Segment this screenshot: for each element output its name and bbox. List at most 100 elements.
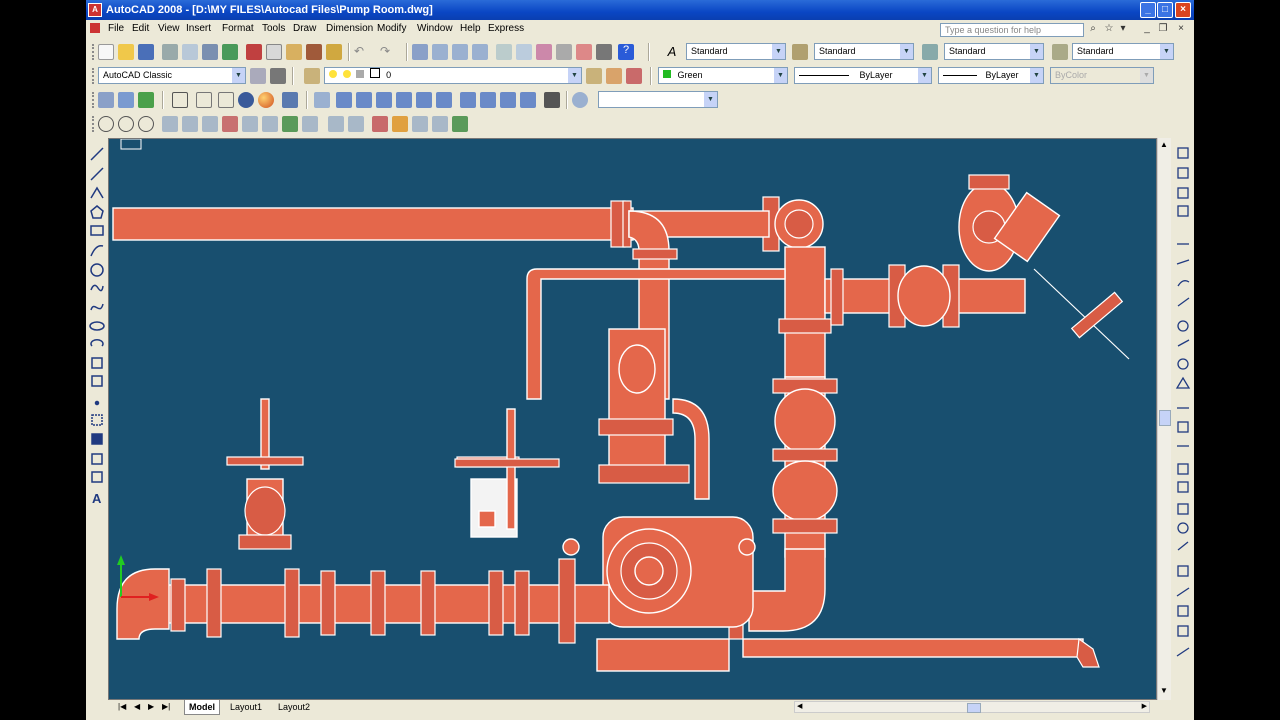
text-style-combo[interactable]: Standard ▼	[686, 43, 786, 60]
design-center-icon[interactable]	[516, 44, 532, 60]
menu-view[interactable]: View	[158, 23, 180, 34]
workspace-settings-icon[interactable]	[250, 68, 266, 84]
menu-express[interactable]: Express	[488, 23, 524, 34]
scroll-thumb[interactable]	[1159, 410, 1171, 426]
scroll-left-icon[interactable]: ◀	[797, 702, 802, 710]
layer-manager-icon[interactable]	[304, 68, 320, 84]
visual-styles-manager-icon[interactable]	[282, 92, 298, 108]
shell-icon[interactable]	[432, 116, 448, 132]
doc-close-icon[interactable]: ×	[1174, 22, 1188, 36]
clean-icon[interactable]	[392, 116, 408, 132]
menu-file[interactable]: File	[108, 23, 124, 34]
linetype-combo[interactable]: ByLayer ▼	[794, 67, 932, 84]
conceptual-icon[interactable]	[258, 92, 274, 108]
view-manager-icon[interactable]	[572, 92, 588, 108]
front-view-icon[interactable]	[416, 92, 432, 108]
text-style-icon[interactable]: A	[664, 44, 680, 60]
match-properties-icon[interactable]	[306, 44, 322, 60]
save-icon[interactable]	[138, 44, 154, 60]
markup-icon[interactable]	[576, 44, 592, 60]
menu-format[interactable]: Format	[222, 23, 254, 34]
pan-icon[interactable]	[412, 44, 428, 60]
paste-icon[interactable]	[286, 44, 302, 60]
workspace-combo[interactable]: AutoCAD Classic ▼	[98, 67, 246, 84]
top-view-icon[interactable]	[336, 92, 352, 108]
2d-wireframe-icon[interactable]	[172, 92, 188, 108]
zoom-realtime-icon[interactable]	[432, 44, 448, 60]
color-combo[interactable]: Green ▼	[658, 67, 788, 84]
delete-faces-icon[interactable]	[222, 116, 238, 132]
copy-edges-icon[interactable]	[328, 116, 344, 132]
menu-window[interactable]: Window	[417, 23, 453, 34]
scroll-up-icon[interactable]: ▲	[1159, 140, 1169, 150]
plot-preview-icon[interactable]	[182, 44, 198, 60]
menu-insert[interactable]: Insert	[186, 23, 211, 34]
autocad-app-icon[interactable]: A	[88, 3, 102, 17]
tab-last-icon[interactable]: ▶|	[158, 700, 174, 714]
help-icon[interactable]: ?	[618, 44, 634, 60]
scroll-right-icon[interactable]: ▶	[1142, 702, 1147, 710]
imprint-icon[interactable]	[372, 116, 388, 132]
check-icon[interactable]	[452, 116, 468, 132]
make-layer-current-icon[interactable]	[586, 68, 602, 84]
doc-restore-icon[interactable]: ❐	[1156, 22, 1170, 36]
mleader-style-icon[interactable]	[1052, 44, 1068, 60]
dim-style-icon[interactable]	[792, 44, 808, 60]
cut-icon[interactable]	[246, 44, 262, 60]
named-views-icon[interactable]	[314, 92, 330, 108]
move-faces-icon[interactable]	[182, 116, 198, 132]
tab-model[interactable]: Model	[184, 700, 220, 715]
sw-iso-icon[interactable]	[460, 92, 476, 108]
vertical-scrollbar[interactable]: ▲ ▼	[1157, 138, 1171, 700]
search-icon[interactable]: ⌕	[1086, 22, 1100, 36]
back-view-icon[interactable]	[436, 92, 452, 108]
tab-next-icon[interactable]: ▶	[144, 700, 158, 714]
3d-wireframe-icon[interactable]	[196, 92, 212, 108]
tool-palettes-icon[interactable]	[536, 44, 552, 60]
copy-icon[interactable]	[266, 44, 282, 60]
table-style-combo[interactable]: Standard ▼	[944, 43, 1044, 60]
doc-minimize-icon[interactable]: _	[1140, 22, 1154, 36]
help-dropdown-icon[interactable]: ▾	[1116, 22, 1130, 36]
nw-iso-icon[interactable]	[520, 92, 536, 108]
maximize-button[interactable]: □	[1157, 2, 1173, 18]
rotate-faces-icon[interactable]	[242, 116, 258, 132]
3d-orbit-icon[interactable]	[118, 92, 134, 108]
view-combo[interactable]: ▼	[598, 91, 718, 108]
layer-states-icon[interactable]	[626, 68, 642, 84]
qnew-icon[interactable]	[98, 44, 114, 60]
3d-dwf-icon[interactable]	[222, 44, 238, 60]
tab-first-icon[interactable]: |◀	[114, 700, 130, 714]
bottom-view-icon[interactable]	[356, 92, 372, 108]
intersect-icon[interactable]	[138, 116, 154, 132]
dim-style-combo[interactable]: Standard ▼	[814, 43, 914, 60]
menu-tools[interactable]: Tools	[262, 23, 285, 34]
drawing-canvas[interactable]	[108, 138, 1157, 700]
horizontal-scrollbar[interactable]: ◀ ▶	[794, 701, 1150, 713]
se-iso-icon[interactable]	[480, 92, 496, 108]
zoom-window-icon[interactable]	[452, 44, 468, 60]
tab-layout2[interactable]: Layout2	[274, 700, 314, 714]
hscroll-thumb[interactable]	[967, 703, 981, 713]
minimize-button[interactable]: _	[1140, 2, 1156, 18]
3d-walk-icon[interactable]	[138, 92, 154, 108]
menu-draw[interactable]: Draw	[293, 23, 316, 34]
table-style-icon[interactable]	[922, 44, 938, 60]
tab-layout1[interactable]: Layout1	[226, 700, 266, 714]
menu-edit[interactable]: Edit	[132, 23, 149, 34]
subtract-icon[interactable]	[118, 116, 134, 132]
ne-iso-icon[interactable]	[500, 92, 516, 108]
realistic-icon[interactable]	[238, 92, 254, 108]
menu-dimension[interactable]: Dimension	[326, 23, 373, 34]
layer-previous-icon[interactable]	[606, 68, 622, 84]
publish-icon[interactable]	[202, 44, 218, 60]
plot-icon[interactable]	[162, 44, 178, 60]
scroll-down-icon[interactable]: ▼	[1159, 686, 1169, 696]
taper-faces-icon[interactable]	[262, 116, 278, 132]
3d-hidden-icon[interactable]	[218, 92, 234, 108]
calculator-icon[interactable]	[596, 44, 612, 60]
redo-icon[interactable]: ↷	[380, 44, 396, 60]
layer-combo[interactable]: 0 ▼	[324, 67, 582, 84]
extrude-faces-icon[interactable]	[162, 116, 178, 132]
sheet-set-icon[interactable]	[556, 44, 572, 60]
